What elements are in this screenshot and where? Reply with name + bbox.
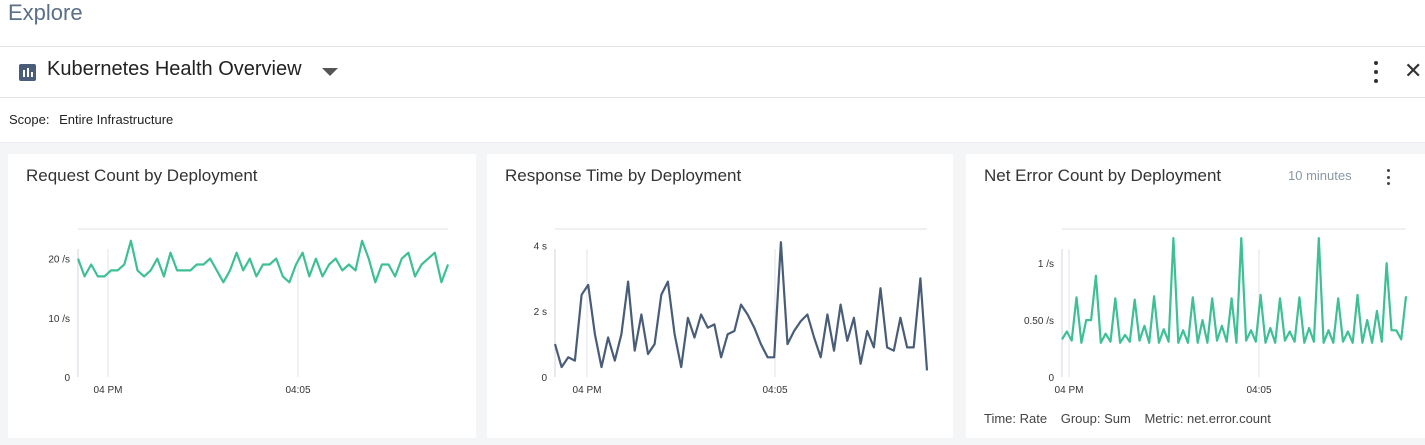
y-tick-label: 2 s xyxy=(534,307,547,318)
x-tick-label: 04 PM xyxy=(94,385,123,396)
more-options-icon[interactable] xyxy=(1368,61,1384,83)
panel-net-error-count[interactable]: Net Error Count by Deployment 10 minutes… xyxy=(966,154,1425,438)
series-line[interactable] xyxy=(553,241,929,371)
x-tick-label: 04 PM xyxy=(573,385,602,396)
divider xyxy=(0,46,1425,47)
scope-value[interactable]: Entire Infrastructure xyxy=(59,112,173,127)
scope-bar: Scope: Entire Infrastructure xyxy=(9,112,173,127)
x-tick-label: 04:05 xyxy=(1246,385,1271,396)
dashboard-title[interactable]: Kubernetes Health Overview xyxy=(47,58,302,81)
net-error-chart: 04 PM 04:05 0 0.50 /s 1 /s xyxy=(1024,228,1408,396)
x-tick-label: 04:05 xyxy=(285,385,310,396)
y-tick-label: 0.50 /s xyxy=(1024,316,1054,327)
x-tick-label: 04:05 xyxy=(762,385,787,396)
dashboard-icon xyxy=(19,64,36,81)
request-count-chart: 04 PM 04:05 0 10 /s 20 /s xyxy=(48,228,450,396)
footer-metric: Metric: net.error.count xyxy=(1144,411,1271,426)
divider xyxy=(0,97,1425,98)
y-tick-label: 0 xyxy=(1048,373,1054,384)
footer-group: Group: Sum xyxy=(1060,411,1131,426)
y-tick-label: 4 s xyxy=(534,241,547,252)
series-line[interactable] xyxy=(1061,236,1408,344)
panel-footer: Time: Rate Group: Sum Metric: net.error.… xyxy=(984,411,1281,426)
y-tick-label: 20 /s xyxy=(48,255,70,266)
page-title: Explore xyxy=(8,0,83,25)
y-tick-label: 1 /s xyxy=(1038,259,1054,270)
panel-response-time[interactable]: Response Time by Deployment 04 PM 04:05 0 2… xyxy=(487,154,953,438)
footer-time: Time: Rate xyxy=(984,411,1048,426)
y-tick-label: 0 xyxy=(64,373,70,384)
close-icon[interactable]: ✕ xyxy=(1404,60,1422,82)
y-tick-label: 0 xyxy=(541,373,547,384)
y-tick-label: 10 /s xyxy=(48,314,70,325)
chevron-down-icon[interactable] xyxy=(322,68,338,76)
x-tick-label: 04 PM xyxy=(1055,385,1084,396)
response-time-chart: 04 PM 04:05 0 2 s 4 s xyxy=(534,228,929,396)
scope-label: Scope: xyxy=(9,112,50,127)
series-line[interactable] xyxy=(76,239,450,284)
panel-request-count[interactable]: Request Count by Deployment 04 PM 04:05 0 1… xyxy=(8,154,476,438)
